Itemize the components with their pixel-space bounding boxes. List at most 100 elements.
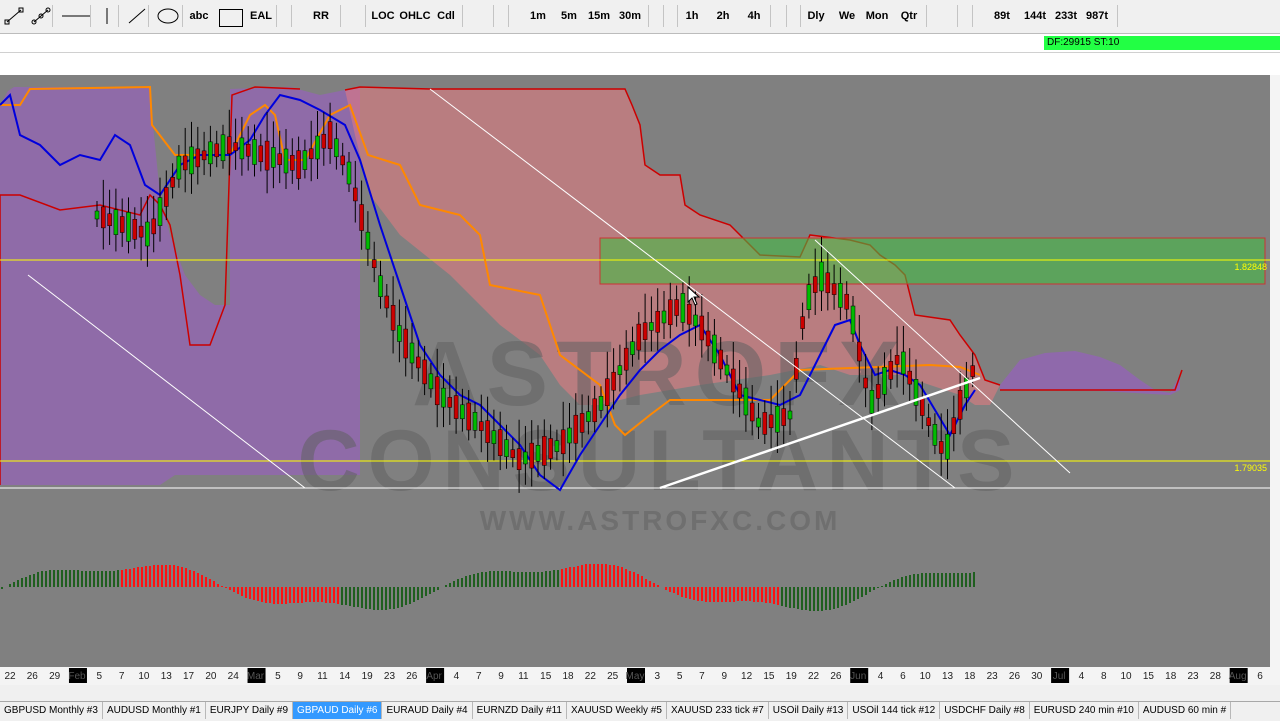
chart-tab[interactable]: EURAUD Daily #4 bbox=[382, 702, 473, 719]
x-tick-label: 26 bbox=[406, 671, 418, 682]
resistance-zone bbox=[599, 237, 1266, 285]
x-tick-label: 26 bbox=[1009, 671, 1021, 682]
chart-tab[interactable]: XAUUSD Weekly #5 bbox=[567, 702, 667, 719]
toolbar-button-eal[interactable]: EAL bbox=[247, 3, 275, 29]
toolbar-separator bbox=[957, 5, 958, 27]
toolbar-rect-button[interactable] bbox=[219, 9, 243, 27]
chart-tab[interactable]: EURNZD Daily #11 bbox=[473, 702, 567, 719]
toolbar-button-loc[interactable]: LOC bbox=[369, 3, 397, 29]
horizontal-line-icon bbox=[62, 15, 90, 17]
toolbar-separator bbox=[648, 5, 649, 27]
x-tick-label: 25 bbox=[607, 671, 619, 682]
toolbar-separator bbox=[786, 5, 787, 27]
chart-tab[interactable]: EURUSD 240 min #10 bbox=[1030, 702, 1139, 719]
x-tick-label: 8 bbox=[1101, 671, 1107, 682]
x-tick-label: 26 bbox=[27, 671, 39, 682]
x-tick-label: 4 bbox=[878, 671, 884, 682]
horizontal-line-tool-button[interactable] bbox=[59, 3, 93, 29]
x-tick-label: 6 bbox=[1257, 671, 1263, 682]
toolbar-button-2h[interactable]: 2h bbox=[709, 3, 737, 29]
x-tick-label: 11 bbox=[317, 671, 328, 682]
x-tick-label: May bbox=[626, 671, 645, 682]
x-tick-label: 19 bbox=[362, 671, 374, 682]
toolbar-button-rr[interactable]: RR bbox=[307, 3, 335, 29]
x-tick-label: 4 bbox=[1079, 671, 1085, 682]
toolbar-button-cdl[interactable]: Cdl bbox=[432, 3, 460, 29]
x-tick-label: 11 bbox=[518, 671, 529, 682]
chart-tab[interactable]: EURJPY Daily #9 bbox=[206, 702, 294, 719]
x-tick-label: 3 bbox=[655, 671, 661, 682]
toolbar-button-233t[interactable]: 233t bbox=[1050, 3, 1082, 29]
toolbar-separator bbox=[972, 5, 973, 27]
toolbar-button-4h[interactable]: 4h bbox=[740, 3, 768, 29]
toolbar-button-5m[interactable]: 5m bbox=[555, 3, 583, 29]
toolbar-button-we[interactable]: We bbox=[833, 3, 861, 29]
toolbar-separator bbox=[148, 5, 149, 27]
x-tick-label: 24 bbox=[228, 671, 240, 682]
x-tick-label: 23 bbox=[1187, 671, 1199, 682]
zone-box bbox=[599, 237, 1266, 285]
toolbar-separator bbox=[276, 5, 277, 27]
x-tick-label: 26 bbox=[830, 671, 842, 682]
toolbar-separator bbox=[462, 5, 463, 27]
x-tick-label: 29 bbox=[49, 671, 61, 682]
chart-tab[interactable]: USOil 144 tick #12 bbox=[848, 702, 941, 719]
toolbar-separator bbox=[52, 5, 53, 27]
x-tick-label: 5 bbox=[97, 671, 103, 682]
toolbar-separator bbox=[365, 5, 366, 27]
toolbar-separator bbox=[677, 5, 678, 27]
trendline-icon bbox=[4, 7, 24, 25]
x-tick-label: Feb bbox=[68, 671, 86, 682]
toolbar-button-mon[interactable]: Mon bbox=[863, 3, 891, 29]
x-tick-label: 4 bbox=[454, 671, 460, 682]
x-tick-label: 7 bbox=[699, 671, 705, 682]
toolbar-separator bbox=[770, 5, 771, 27]
x-tick-label: 17 bbox=[183, 671, 195, 682]
toolbar-button-abc[interactable]: abc bbox=[185, 3, 213, 29]
x-tick-label: Jul bbox=[1053, 671, 1066, 682]
toolbar-button-1m[interactable]: 1m bbox=[524, 3, 552, 29]
toolbar-button-qtr[interactable]: Qtr bbox=[895, 3, 923, 29]
toolbar-button-89t[interactable]: 89t bbox=[988, 3, 1016, 29]
toolbar-separator bbox=[90, 5, 91, 27]
chart-tab[interactable]: AUDUSD Monthly #1 bbox=[103, 702, 206, 719]
toolbar-separator bbox=[926, 5, 927, 27]
toolbar-button-15m[interactable]: 15m bbox=[585, 3, 613, 29]
watermark-line1: ASTROFX bbox=[412, 323, 908, 425]
x-tick-label: Aug bbox=[1229, 671, 1247, 682]
x-tick-label: 30 bbox=[1031, 671, 1043, 682]
x-tick-label: Jun bbox=[850, 671, 866, 682]
chart-tab[interactable]: USDCHF Daily #8 bbox=[940, 702, 1030, 719]
x-tick-label: 13 bbox=[942, 671, 954, 682]
toolbar-button-30m[interactable]: 30m bbox=[616, 3, 644, 29]
vertical-line-icon bbox=[106, 8, 108, 24]
toolbar-button-987t[interactable]: 987t bbox=[1081, 3, 1113, 29]
x-tick-label: 18 bbox=[964, 671, 976, 682]
price-axis bbox=[1270, 75, 1280, 667]
toolbar-button-144t[interactable]: 144t bbox=[1019, 3, 1051, 29]
toolbar-separator bbox=[118, 5, 119, 27]
chart-tab[interactable]: USOil Daily #13 bbox=[769, 702, 849, 719]
x-tick-label: 15 bbox=[540, 671, 552, 682]
toolbar-separator bbox=[663, 5, 664, 27]
x-tick-label: 22 bbox=[808, 671, 820, 682]
ellipse-tool-button[interactable] bbox=[155, 3, 181, 29]
x-tick-label: Mar bbox=[247, 671, 265, 682]
x-tick-label: 22 bbox=[4, 671, 16, 682]
toolbar-button-dly[interactable]: Dly bbox=[802, 3, 830, 29]
x-tick-label: 9 bbox=[722, 671, 728, 682]
x-tick-label: 19 bbox=[786, 671, 798, 682]
x-tick-label: 5 bbox=[275, 671, 281, 682]
chart-tab[interactable]: XAUUSD 233 tick #7 bbox=[667, 702, 769, 719]
x-tick-label: 20 bbox=[205, 671, 217, 682]
x-tick-label: 18 bbox=[1165, 671, 1177, 682]
x-tick-label: 9 bbox=[498, 671, 504, 682]
chart-tab[interactable]: AUDUSD 60 min # bbox=[1139, 702, 1232, 719]
toolbar-button-ohlc[interactable]: OHLC bbox=[399, 3, 431, 29]
chart-tab[interactable]: GBPUSD Monthly #3 bbox=[0, 702, 103, 719]
gbpaud-daily-chart[interactable]: ASTROFXCONSULTANTSWWW.ASTROFXC.COM 1.828… bbox=[0, 75, 1280, 685]
x-tick-label: 23 bbox=[384, 671, 396, 682]
toolbar-button-1h[interactable]: 1h bbox=[678, 3, 706, 29]
chart-tab[interactable]: GBPAUD Daily #6 bbox=[293, 702, 383, 719]
trendline-tool-button[interactable] bbox=[2, 3, 28, 29]
